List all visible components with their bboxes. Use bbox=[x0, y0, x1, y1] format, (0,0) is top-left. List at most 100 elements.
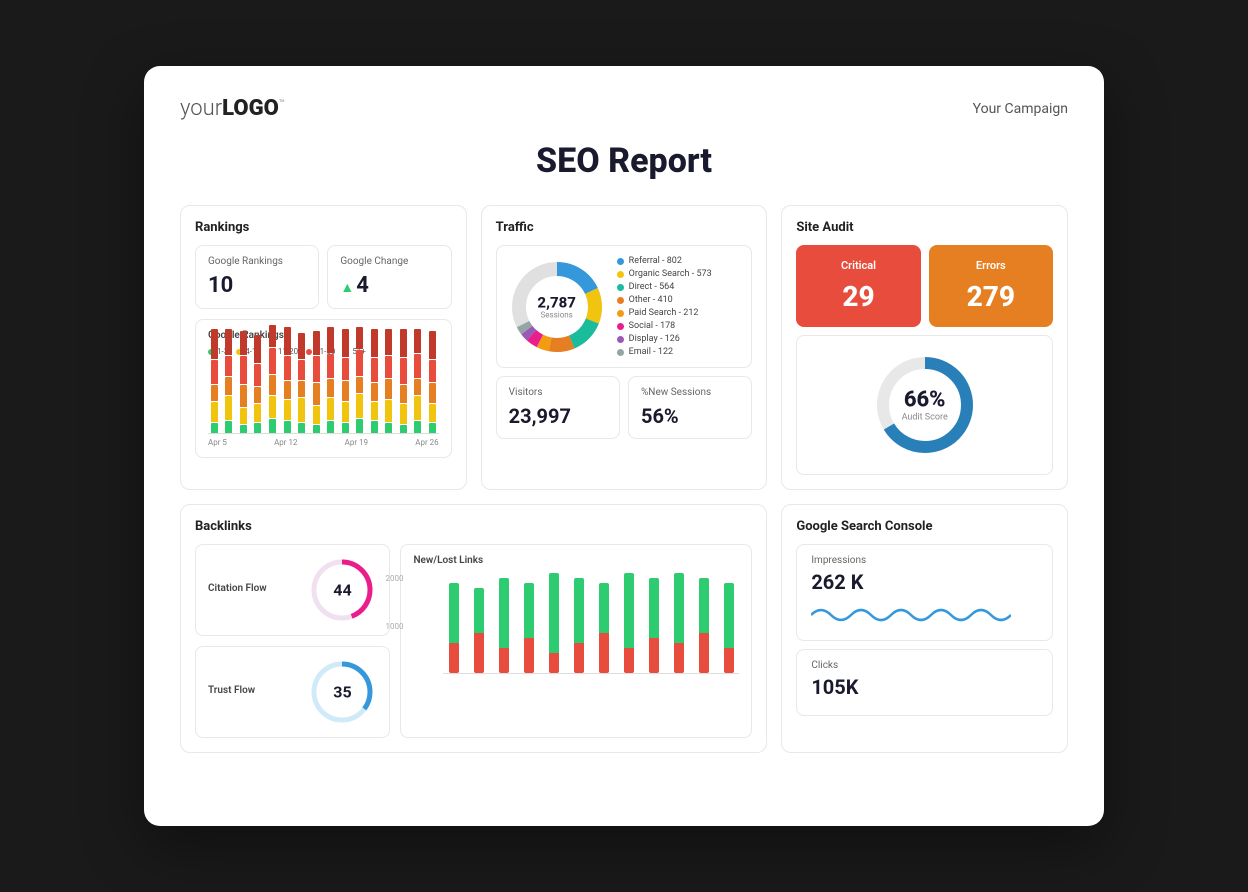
bar-group bbox=[266, 325, 279, 433]
bar-group bbox=[237, 331, 250, 433]
links-bar-positive bbox=[474, 588, 484, 633]
bar-segment bbox=[385, 423, 392, 433]
bar-segment bbox=[313, 425, 320, 433]
bar-segment bbox=[327, 327, 334, 353]
bar-segment bbox=[284, 400, 291, 420]
visitors-label: Visitors bbox=[509, 387, 607, 398]
bar-segment bbox=[342, 423, 349, 433]
links-bar-negative bbox=[574, 643, 584, 673]
bar-segment bbox=[211, 385, 218, 401]
bar-group bbox=[412, 329, 425, 433]
bar-segment bbox=[342, 402, 349, 422]
links-bar-positive bbox=[524, 583, 534, 638]
y-label-1000: 1000 bbox=[385, 622, 403, 631]
links-bar-group bbox=[469, 588, 489, 673]
bar-segment bbox=[284, 381, 291, 399]
backlinks-title: Backlinks bbox=[195, 519, 752, 534]
citation-flow-info: Citation Flow bbox=[208, 583, 297, 598]
google-change-card: Google Change ▲4 bbox=[327, 245, 451, 309]
main-grid: Rankings Google Rankings 10 Google Chang… bbox=[180, 205, 1068, 753]
critical-value: 29 bbox=[808, 280, 908, 313]
bar-segment bbox=[327, 354, 334, 378]
links-bar-group bbox=[594, 583, 614, 673]
trust-flow-info: Trust Flow bbox=[208, 685, 297, 700]
tl-paid: Paid Search - 212 bbox=[617, 308, 712, 318]
bar-segment bbox=[211, 329, 218, 359]
sessions-value: 2,787 bbox=[537, 294, 575, 311]
impressions-value: 262 K bbox=[811, 570, 1038, 594]
links-bar-group bbox=[669, 573, 689, 673]
bar-segment bbox=[254, 364, 261, 386]
citation-flow-gauge: 44 bbox=[307, 555, 377, 625]
new-sessions-card: %New Sessions 56% bbox=[628, 376, 752, 439]
bar-segment bbox=[371, 402, 378, 420]
bar-segment bbox=[400, 425, 407, 433]
bar-segment bbox=[254, 423, 261, 433]
rankings-bar-chart-panel: Google Rankings 1-3 4-10 11-20 bbox=[195, 319, 452, 458]
score-center: 66% Audit Score bbox=[902, 388, 948, 423]
mini-cards: Google Rankings 10 Google Change ▲4 bbox=[195, 245, 452, 309]
backlinks-panel: Backlinks Citation Flow 44 bbox=[180, 504, 767, 753]
flow-cards: Citation Flow 44 Trust Flow bbox=[195, 544, 390, 738]
bar-segment bbox=[284, 421, 291, 433]
bar-segment bbox=[400, 329, 407, 357]
links-bar-negative bbox=[624, 648, 634, 673]
bar-segment bbox=[269, 375, 276, 395]
links-bar-group bbox=[544, 573, 564, 673]
bar-segment bbox=[385, 400, 392, 422]
links-bar-negative bbox=[474, 633, 484, 673]
links-bar-negative bbox=[449, 643, 459, 673]
bar-segment bbox=[225, 396, 232, 420]
bar-group bbox=[353, 327, 366, 433]
bar-group bbox=[426, 331, 439, 433]
tl-dot-paid bbox=[617, 310, 624, 317]
trust-flow-label: Trust Flow bbox=[208, 685, 297, 696]
tl-social: Social - 178 bbox=[617, 321, 712, 331]
links-bar-positive bbox=[599, 583, 609, 633]
tl-dot-display bbox=[617, 336, 624, 343]
gsc-panel: Google Search Console Impressions 262 K … bbox=[781, 504, 1068, 753]
arrow-up-icon: ▲ bbox=[340, 280, 354, 296]
clicks-label: Clicks bbox=[811, 660, 1038, 671]
campaign-label: Your Campaign bbox=[973, 101, 1068, 117]
clicks-value: 105K bbox=[811, 675, 1038, 699]
tl-display: Display - 126 bbox=[617, 334, 712, 344]
google-change-value: ▲4 bbox=[340, 273, 438, 298]
bar-segment bbox=[269, 419, 276, 433]
bar-segment bbox=[225, 329, 232, 355]
links-bar-group bbox=[644, 578, 664, 673]
links-bar-positive bbox=[449, 583, 459, 643]
links-bar-negative bbox=[699, 633, 709, 673]
score-percent: 66% bbox=[902, 388, 948, 413]
logo: yourLOGO™ bbox=[180, 96, 285, 121]
bar-segment bbox=[254, 404, 261, 422]
bar-segment bbox=[269, 396, 276, 418]
links-chart-panel: New/Lost Links 2000 1000 bbox=[400, 544, 752, 738]
links-bar-negative bbox=[724, 648, 734, 673]
bar-segment bbox=[327, 421, 334, 433]
bar-group bbox=[281, 327, 294, 433]
links-bar-positive bbox=[674, 573, 684, 643]
bar-segment bbox=[284, 356, 291, 380]
tl-direct: Direct - 564 bbox=[617, 282, 712, 292]
links-bar-group bbox=[719, 583, 739, 673]
bar-segment bbox=[298, 398, 305, 422]
score-label: Audit Score bbox=[902, 413, 948, 423]
report-title: SEO Report bbox=[180, 141, 1068, 181]
tl-dot-organic bbox=[617, 271, 624, 278]
bar-segment bbox=[356, 327, 363, 349]
links-bar-positive bbox=[499, 578, 509, 648]
citation-flow-card: Citation Flow 44 bbox=[195, 544, 390, 636]
bar-segment bbox=[225, 377, 232, 395]
tl-dot-social bbox=[617, 323, 624, 330]
bar-segment bbox=[211, 402, 218, 422]
bar-segment bbox=[356, 350, 363, 376]
bar-segment bbox=[211, 423, 218, 433]
tl-dot-referral bbox=[617, 258, 624, 265]
trust-flow-card: Trust Flow 35 bbox=[195, 646, 390, 738]
bar-segment bbox=[429, 331, 436, 359]
bar-group bbox=[223, 329, 236, 433]
tl-referral: Referral - 802 bbox=[617, 256, 712, 266]
impressions-wave bbox=[811, 600, 1011, 630]
google-change-label: Google Change bbox=[340, 256, 438, 267]
